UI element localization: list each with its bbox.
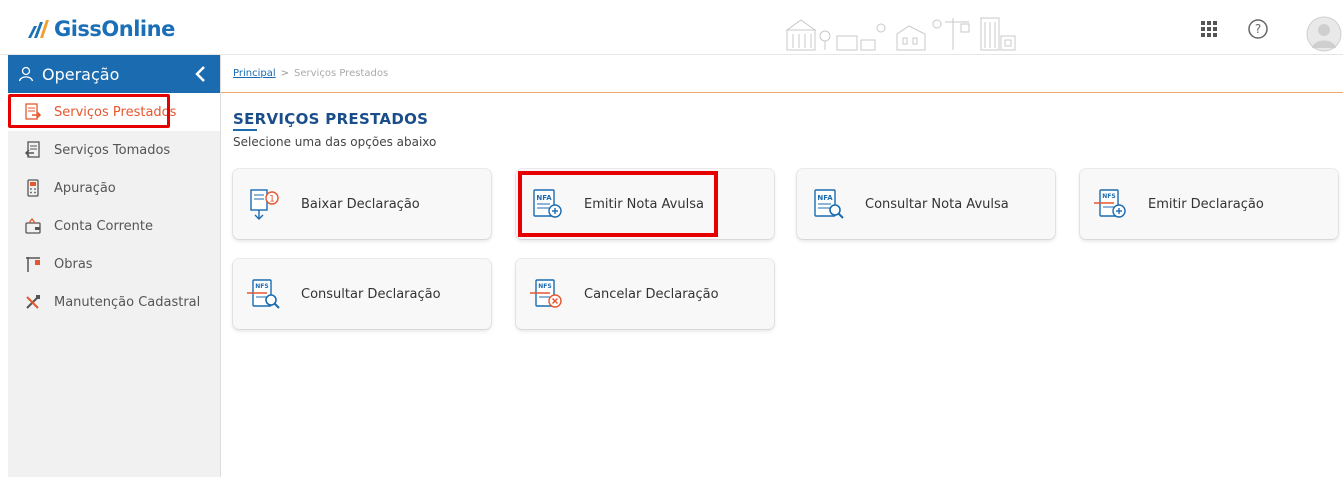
nfs-add-icon: NFS bbox=[1094, 189, 1126, 218]
logo-mark-icon bbox=[28, 20, 49, 38]
card-label: Cancelar Declaração bbox=[584, 286, 719, 302]
sidebar-item-apuracao[interactable]: Apuração bbox=[8, 169, 220, 207]
breadcrumb-current: Serviços Prestados bbox=[294, 68, 389, 79]
sidebar-item-label: Obras bbox=[54, 256, 93, 272]
breadcrumb: Principal > Serviços Prestados bbox=[221, 55, 1343, 93]
sidebar-item-conta-corrente[interactable]: Conta Corrente bbox=[8, 207, 220, 245]
breadcrumb-home-link[interactable]: Principal bbox=[233, 68, 276, 79]
nfa-search-icon: NFA bbox=[814, 189, 844, 219]
tools-icon bbox=[26, 295, 40, 309]
sidebar-item-manutencao-cadastral[interactable]: Manutenção Cadastral bbox=[8, 283, 220, 321]
sidebar-item-obras[interactable]: Obras bbox=[8, 245, 220, 283]
page-subtitle: Selecione uma das opções abaixo bbox=[233, 135, 437, 149]
apps-grid-icon[interactable] bbox=[1198, 18, 1220, 40]
sidebar-item-servicos-prestados[interactable]: Serviços Prestados bbox=[8, 93, 220, 131]
wallet-icon bbox=[25, 217, 41, 234]
user-avatar-icon[interactable] bbox=[1306, 16, 1342, 52]
highlight-box bbox=[518, 171, 718, 237]
nfs-cancel-icon: NFS bbox=[530, 279, 562, 308]
crane-icon bbox=[26, 257, 40, 272]
chevron-left-icon[interactable] bbox=[194, 65, 206, 83]
card-label: Consultar Nota Avulsa bbox=[865, 196, 1009, 212]
top-strip bbox=[0, 0, 1343, 8]
card-emitir-nota-avulsa[interactable]: NFA Emitir Nota Avulsa bbox=[516, 169, 774, 239]
calculator-icon bbox=[27, 179, 39, 197]
logo[interactable]: GissOnline bbox=[26, 17, 175, 41]
sidebar-section-header[interactable]: Operação bbox=[8, 55, 220, 93]
card-consultar-nota-avulsa[interactable]: NFA Consultar Nota Avulsa bbox=[797, 169, 1055, 239]
card-cancelar-declaracao[interactable]: NFS Cancelar Declaração bbox=[516, 259, 774, 329]
sidebar-item-servicos-tomados[interactable]: Serviços Tomados bbox=[8, 131, 220, 169]
sidebar: Operação Serviços Prestados Serviços Tom… bbox=[8, 55, 221, 477]
help-icon[interactable]: ? bbox=[1247, 18, 1269, 40]
download-declaration-icon: 1 bbox=[250, 189, 279, 220]
svg-text:NFS: NFS bbox=[538, 283, 551, 290]
svg-text:NFS: NFS bbox=[1102, 193, 1115, 200]
highlight-box bbox=[8, 94, 170, 128]
card-baixar-declaracao[interactable]: 1 Baixar Declaração bbox=[233, 169, 491, 239]
svg-text:NFA: NFA bbox=[817, 194, 833, 202]
svg-text:?: ? bbox=[1255, 22, 1261, 36]
card-emitir-declaracao[interactable]: NFS Emitir Declaração bbox=[1080, 169, 1338, 239]
invoice-in-icon bbox=[24, 141, 40, 158]
app-header: GissOnline ? bbox=[0, 8, 1343, 55]
sidebar-item-label: Conta Corrente bbox=[54, 218, 154, 234]
card-label: Baixar Declaração bbox=[301, 196, 420, 212]
svg-text:NFS: NFS bbox=[255, 283, 268, 290]
sidebar-item-label: Manutenção Cadastral bbox=[54, 294, 201, 310]
user-icon bbox=[18, 66, 34, 82]
brand-name: GissOnline bbox=[54, 17, 175, 41]
sidebar-item-label: Apuração bbox=[54, 180, 116, 196]
svg-text:1: 1 bbox=[269, 195, 275, 205]
card-consultar-declaracao[interactable]: NFS Consultar Declaração bbox=[233, 259, 491, 329]
city-skyline-illustration bbox=[785, 17, 1016, 51]
breadcrumb-separator: > bbox=[280, 68, 290, 79]
page-title: SERVIÇOS PRESTADOS bbox=[233, 110, 428, 131]
nfs-search-icon: NFS bbox=[247, 279, 280, 309]
sidebar-section-title: Operação bbox=[42, 64, 120, 84]
sidebar-item-label: Serviços Tomados bbox=[54, 142, 171, 158]
card-label: Emitir Declaração bbox=[1148, 196, 1264, 212]
card-label: Consultar Declaração bbox=[301, 286, 441, 302]
